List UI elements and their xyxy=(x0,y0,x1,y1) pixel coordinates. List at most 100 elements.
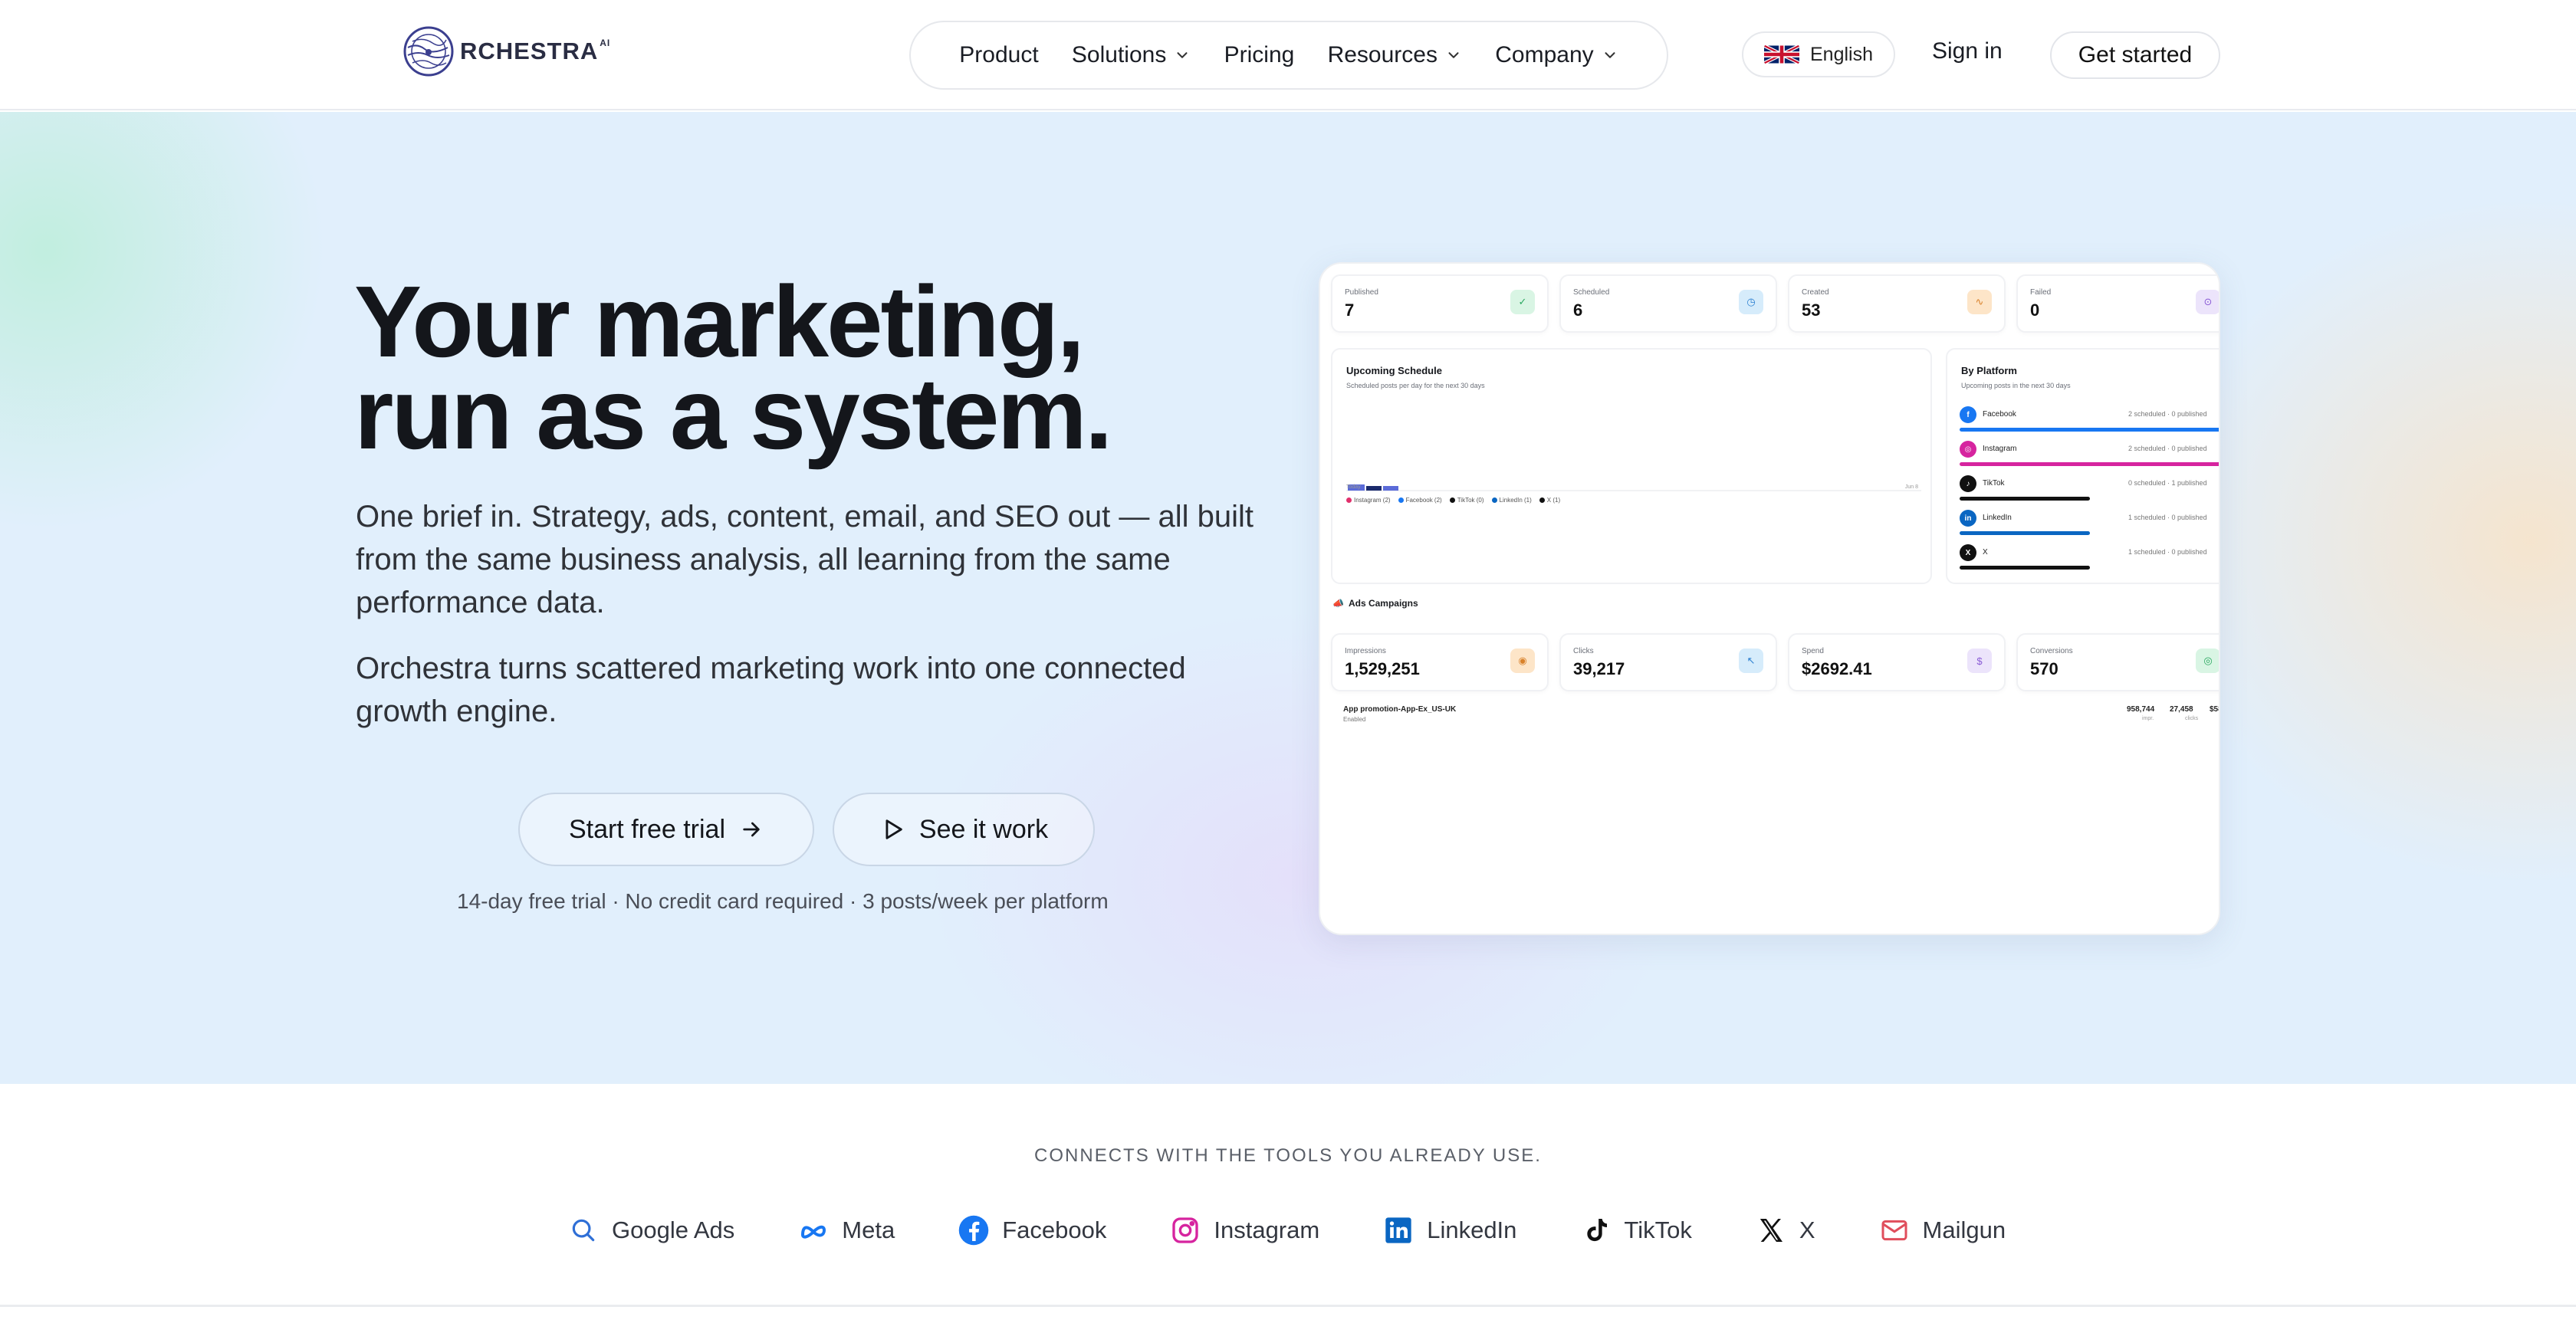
stat-label: Created xyxy=(1802,288,1829,297)
stat-value: $2692.41 xyxy=(1802,659,1872,678)
instagram-icon: ◎ xyxy=(1960,441,1976,458)
schedule-title: Upcoming Schedule xyxy=(1346,365,1442,376)
schedule-bar xyxy=(1383,486,1398,491)
stat-card-scheduled: Scheduled 6 ◷ xyxy=(1559,274,1777,333)
integration-tiktok[interactable]: TikTok xyxy=(1579,1214,1692,1246)
integration-x[interactable]: X xyxy=(1755,1214,1815,1246)
nav-item-company[interactable]: Company xyxy=(1495,42,1618,68)
stat-card-published: Published 7 ✓ xyxy=(1331,274,1549,333)
integration-google-ads[interactable]: Google Ads xyxy=(567,1214,734,1246)
ads-stat-card-clicks: Clicks 39,217 ↖ xyxy=(1559,633,1777,691)
chevron-down-icon xyxy=(1605,52,1615,58)
integration-instagram[interactable]: Instagram xyxy=(1169,1214,1319,1246)
stat-card-failed: Failed 0 ⊙ xyxy=(2016,274,2219,333)
integration-label: Facebook xyxy=(1002,1217,1107,1243)
integrations-section: CONNECTS WITH THE TOOLS YOU ALREADY USE.… xyxy=(0,1084,2576,1308)
hero-title-line2: run as a system. xyxy=(354,357,1113,470)
stat-value: 1,529,251 xyxy=(1345,659,1420,678)
signin-link[interactable]: Sign in xyxy=(1932,38,2003,64)
platform-bar xyxy=(1960,531,2090,535)
legend-dot xyxy=(1398,497,1404,503)
facebook-icon: f xyxy=(1960,406,1976,423)
chevron-down-icon xyxy=(1448,52,1459,58)
integration-meta[interactable]: Meta xyxy=(797,1214,895,1246)
legend-item: TikTok (0) xyxy=(1449,497,1484,504)
see-it-work-button[interactable]: See it work xyxy=(833,793,1095,866)
hero-lead: One brief in. Strategy, ads, content, em… xyxy=(356,500,1254,619)
legend-dot xyxy=(1346,497,1352,503)
main-nav: Product Solutions Pricing Resources Company xyxy=(909,21,1668,90)
integration-label: Mailgun xyxy=(1922,1217,2006,1243)
orchestra-logo-icon xyxy=(403,26,454,77)
integration-label: LinkedIn xyxy=(1427,1217,1517,1243)
language-selector[interactable]: English xyxy=(1742,31,1895,77)
platform-name: LinkedIn xyxy=(1983,514,2012,522)
integration-label: Google Ads xyxy=(612,1217,735,1243)
legend-dot xyxy=(1449,497,1455,503)
tiktok-icon xyxy=(1579,1214,1612,1246)
ads-campaigns-heading: 📣 Ads Campaigns xyxy=(1332,598,1418,609)
platform-row-facebook: f Facebook 2 scheduled · 0 published xyxy=(1960,406,2219,437)
linkedin-icon: in xyxy=(1960,510,1976,527)
see-it-work-label: See it work xyxy=(918,814,1049,844)
platform-bar xyxy=(1960,566,2090,570)
integration-facebook[interactable]: Facebook xyxy=(958,1214,1106,1246)
integrations-heading: CONNECTS WITH THE TOOLS YOU ALREADY USE. xyxy=(1034,1145,1542,1166)
stat-value: 39,217 xyxy=(1573,659,1625,678)
dashboard-preview: Published 7 ✓ Scheduled 6 ◷ Created 53 ∿… xyxy=(1319,262,2220,935)
brand-sup: AI xyxy=(600,38,611,48)
stat-label: Impressions xyxy=(1345,647,1386,655)
by-platform-card: By Platform Upcoming posts in the next 3… xyxy=(1946,348,2219,584)
integration-label: Meta xyxy=(842,1217,895,1243)
integration-mailgun[interactable]: Mailgun xyxy=(1878,1214,2006,1246)
platform-meta: 2 scheduled · 0 published xyxy=(2128,410,2207,418)
integration-label: X xyxy=(1799,1217,1815,1243)
stat-label: Conversions xyxy=(2030,647,2073,655)
get-started-button[interactable]: Get started xyxy=(2050,31,2220,79)
search-icon xyxy=(567,1214,600,1246)
schedule-bar xyxy=(1366,486,1382,491)
campaign-status: Enabled xyxy=(1343,716,1366,723)
legend-label: Instagram (2) xyxy=(1354,497,1391,504)
hero-section: Your marketing, run as a system. One bri… xyxy=(0,112,2576,1084)
facebook-icon xyxy=(958,1214,990,1246)
platform-bar xyxy=(1960,497,2090,501)
nav-item-label: Pricing xyxy=(1224,42,1295,67)
schedule-axis-end: Jun 8 xyxy=(1904,484,1918,490)
nav-item-pricing[interactable]: Pricing xyxy=(1224,42,1295,68)
check-icon: ✓ xyxy=(1510,290,1535,314)
nav-item-product[interactable]: Product xyxy=(959,42,1038,68)
chevron-down-icon xyxy=(1177,52,1188,58)
meta-icon xyxy=(797,1214,830,1246)
start-free-trial-button[interactable]: Start free trial xyxy=(518,793,814,866)
campaign-metric-label: clicks xyxy=(2185,716,2199,721)
platform-meta: 1 scheduled · 0 published xyxy=(2128,514,2207,521)
linkedin-icon xyxy=(1382,1214,1414,1246)
brand-logo[interactable]: RCHESTRA AI xyxy=(402,25,610,78)
platform-name: TikTok xyxy=(1983,479,2005,488)
start-free-trial-label: Start free trial xyxy=(568,814,726,844)
campaign-metric-value: $589.2 xyxy=(2210,705,2219,714)
platform-title: By Platform xyxy=(1961,365,2017,376)
legend-label: Facebook (2) xyxy=(1405,497,1442,504)
ads-stat-card-spend: Spend $2692.41 $ xyxy=(1788,633,2006,691)
stat-label: Failed xyxy=(2030,288,2052,297)
platform-meta: 2 scheduled · 0 published xyxy=(2128,445,2207,452)
platform-subtitle: Upcoming posts in the next 30 days xyxy=(1961,382,2071,389)
legend-label: TikTok (0) xyxy=(1457,497,1484,504)
ads-title: Ads Campaigns xyxy=(1348,598,1418,609)
platform-row-instagram: ◎ Instagram 2 scheduled · 0 published xyxy=(1960,441,2219,471)
nav-item-label: Company xyxy=(1495,42,1594,67)
alert-icon: ⊙ xyxy=(2196,290,2219,314)
integration-linkedin[interactable]: LinkedIn xyxy=(1382,1214,1516,1246)
campaign-name: App promotion-App-Ex_US-UK xyxy=(1343,705,1457,714)
nav-item-solutions[interactable]: Solutions xyxy=(1072,42,1191,68)
platform-row-tiktok: ♪ TikTok 0 scheduled · 1 published xyxy=(1960,475,2219,506)
cursor-icon: ↖ xyxy=(1739,649,1763,673)
language-label: English xyxy=(1810,43,1873,65)
platform-name: Facebook xyxy=(1983,410,2016,419)
legend-item: X (1) xyxy=(1539,497,1560,504)
nav-item-resources[interactable]: Resources xyxy=(1328,42,1462,68)
campaign-row[interactable]: App promotion-App-Ex_US-UK Enabled 958,74… xyxy=(1343,705,2219,736)
nav-item-label: Resources xyxy=(1327,42,1438,67)
